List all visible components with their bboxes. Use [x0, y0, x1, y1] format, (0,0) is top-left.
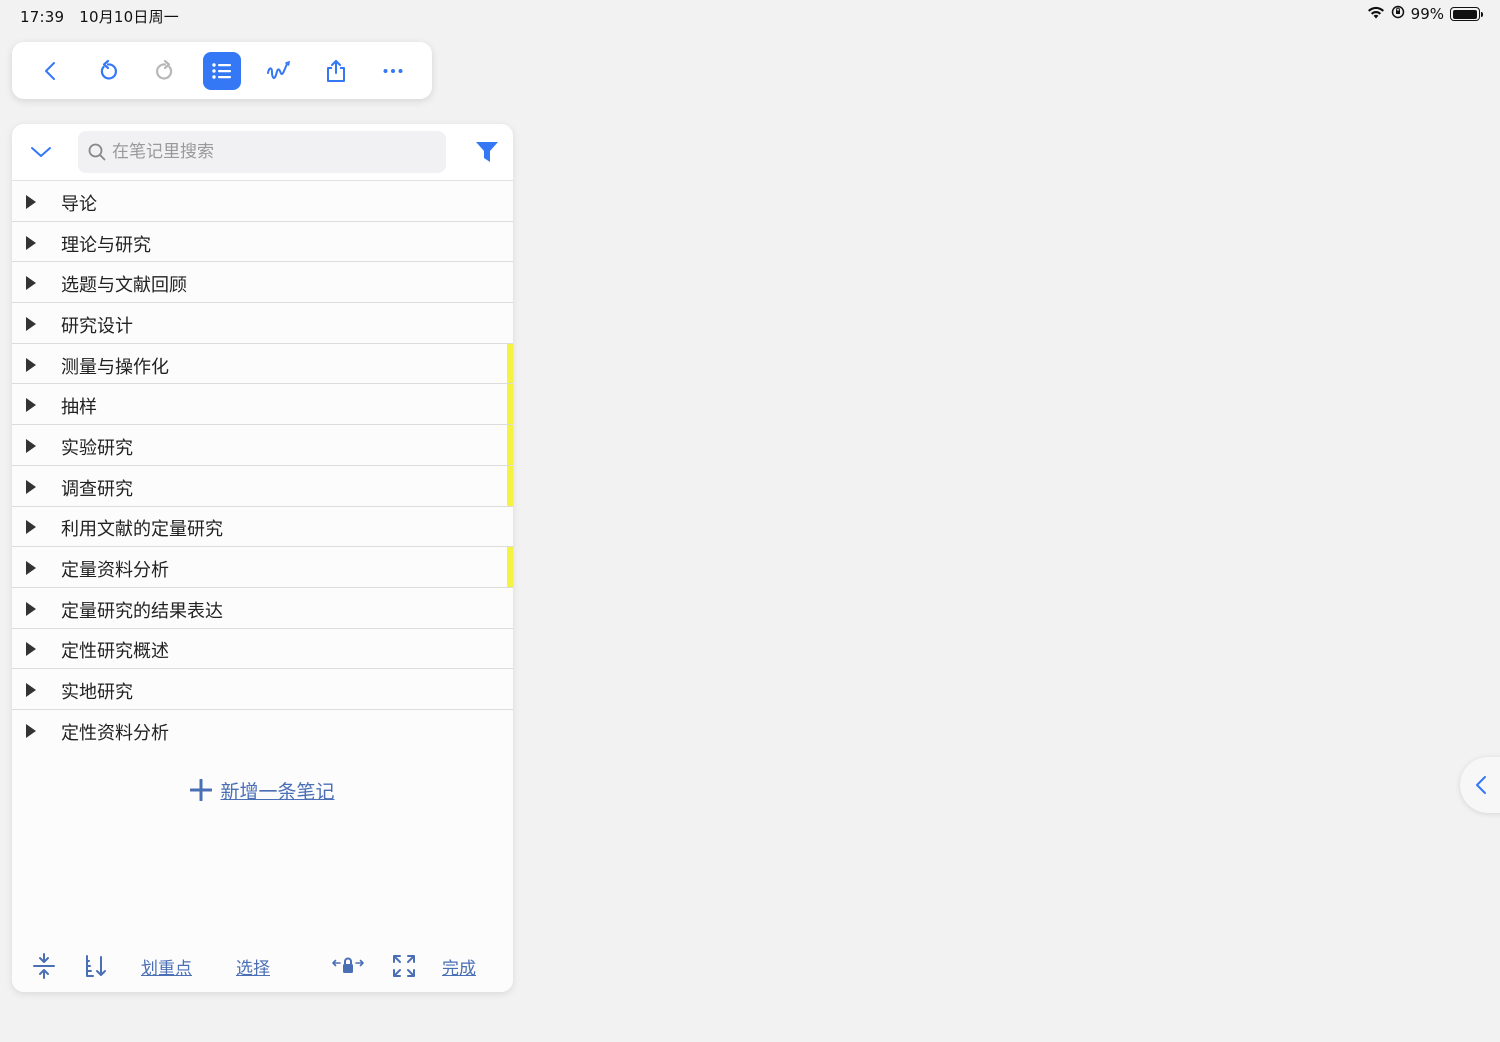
note-item-label: 测量与操作化 — [61, 356, 169, 378]
panel-footer: 划重点 选择 完成 — [12, 940, 513, 992]
note-list-item[interactable]: 实地研究 — [12, 669, 513, 710]
redo-button[interactable] — [146, 52, 184, 90]
expand-triangle-icon[interactable] — [26, 194, 36, 209]
note-item-label: 实地研究 — [61, 682, 133, 704]
highlight-marker — [507, 425, 513, 465]
battery-percent: 99% — [1410, 5, 1444, 23]
note-list-item[interactable]: 定性研究概述 — [12, 628, 513, 670]
filter-button[interactable] — [471, 136, 503, 168]
expand-triangle-icon[interactable] — [26, 235, 36, 250]
status-date: 10月10日周一 — [79, 8, 179, 26]
note-list-item[interactable]: 抽样 — [12, 384, 513, 426]
note-list-item[interactable]: 定性资料分析 — [12, 709, 513, 751]
more-icon — [383, 68, 403, 73]
fullscreen-icon — [393, 955, 415, 977]
outline-list-icon — [212, 62, 231, 79]
side-panel-handle[interactable] — [1460, 757, 1500, 813]
note-item-label: 实验研究 — [61, 437, 133, 459]
fullscreen-button[interactable] — [386, 948, 422, 984]
expand-triangle-icon[interactable] — [26, 438, 36, 453]
expand-triangle-icon[interactable] — [26, 601, 36, 616]
add-note-button[interactable]: 新增一条笔记 — [12, 777, 513, 804]
chevron-left-icon — [1476, 776, 1486, 794]
expand-triangle-icon[interactable] — [26, 724, 36, 739]
highlight-marker — [507, 547, 513, 587]
expand-triangle-icon[interactable] — [26, 561, 36, 576]
back-icon — [44, 61, 55, 80]
handwriting-button[interactable] — [260, 52, 298, 90]
expand-triangle-icon[interactable] — [26, 357, 36, 372]
undo-icon — [100, 59, 117, 79]
note-item-label: 定性研究概述 — [61, 641, 169, 663]
highlight-marker — [507, 465, 513, 506]
note-item-label: 定性资料分析 — [61, 723, 169, 745]
note-list-item[interactable]: 定量研究的结果表达 — [12, 587, 513, 629]
highlight-marker — [507, 384, 513, 425]
search-box[interactable] — [78, 131, 446, 173]
lock-width-button[interactable] — [330, 948, 366, 984]
note-item-label: 研究设计 — [61, 315, 133, 337]
notes-panel-header — [12, 124, 513, 181]
search-input[interactable] — [112, 142, 432, 162]
note-list-item[interactable]: 导论 — [12, 181, 513, 222]
filter-icon — [476, 142, 498, 162]
select-button[interactable]: 选择 — [236, 954, 270, 979]
note-item-label: 定量研究的结果表达 — [61, 600, 223, 622]
note-item-label: 选题与文献回顾 — [61, 275, 187, 297]
expand-triangle-icon[interactable] — [26, 520, 36, 535]
orientation-lock-icon — [1391, 5, 1405, 23]
share-button[interactable] — [317, 52, 355, 90]
expand-triangle-icon[interactable] — [26, 683, 36, 698]
lock-arrows-icon — [332, 957, 364, 973]
note-item-label: 利用文献的定量研究 — [61, 519, 223, 541]
undo-button[interactable] — [89, 52, 127, 90]
sort-button[interactable] — [79, 948, 115, 984]
expand-triangle-icon[interactable] — [26, 398, 36, 413]
highlight-marker — [507, 343, 513, 384]
back-button[interactable] — [32, 52, 70, 90]
note-item-label: 理论与研究 — [61, 234, 151, 256]
outline-list-button[interactable] — [202, 51, 241, 90]
expand-triangle-icon[interactable] — [26, 276, 36, 291]
notes-panel: 导论理论与研究选题与文献回顾研究设计测量与操作化抽样实验研究调查研究利用文献的定… — [12, 124, 513, 992]
status-bar-left: 17:39 10月10日周一 — [20, 6, 189, 27]
battery-icon — [1450, 7, 1483, 21]
note-list-item[interactable]: 定量资料分析 — [12, 547, 513, 588]
expand-triangle-icon[interactable] — [26, 479, 36, 494]
done-button[interactable]: 完成 — [442, 954, 476, 979]
highlight-button[interactable]: 划重点 — [141, 954, 192, 979]
more-button[interactable] — [374, 52, 412, 90]
chevron-down-icon — [31, 147, 51, 157]
status-bar-right: 99% — [1367, 5, 1483, 23]
note-item-label: 抽样 — [61, 397, 97, 419]
collapse-panel-button[interactable] — [26, 137, 56, 167]
share-icon — [327, 59, 346, 82]
search-icon — [88, 143, 106, 161]
status-time: 17:39 — [20, 8, 65, 26]
expand-triangle-icon[interactable] — [26, 316, 36, 331]
wifi-icon — [1367, 5, 1385, 23]
top-toolbar — [12, 42, 432, 99]
note-list-item[interactable]: 理论与研究 — [12, 221, 513, 263]
plus-icon — [190, 779, 213, 802]
expand-collapse-button[interactable] — [26, 948, 62, 984]
handwriting-icon — [267, 60, 291, 79]
add-note-label: 新增一条笔记 — [220, 780, 335, 803]
note-list-item[interactable]: 研究设计 — [12, 303, 513, 344]
note-list-item[interactable]: 实验研究 — [12, 425, 513, 466]
note-list: 导论理论与研究选题与文献回顾 研究设计测量与操作化 抽样实验研究调查研究利用文献的定… — [12, 181, 513, 751]
sort-icon — [86, 955, 106, 977]
redo-icon — [155, 59, 173, 79]
note-item-label: 调查研究 — [61, 478, 133, 500]
note-list-item[interactable]: 选题与文献回顾 — [12, 262, 513, 304]
note-item-label: 定量资料分析 — [61, 560, 169, 582]
note-list-item[interactable]: 调查研究 — [12, 465, 513, 507]
expand-collapse-icon — [33, 953, 55, 979]
note-list-item[interactable]: 利用文献的定量研究 — [12, 506, 513, 548]
expand-triangle-icon[interactable] — [26, 642, 36, 657]
note-list-item[interactable]: 测量与操作化 — [12, 343, 513, 385]
note-item-label: 导论 — [61, 193, 97, 215]
